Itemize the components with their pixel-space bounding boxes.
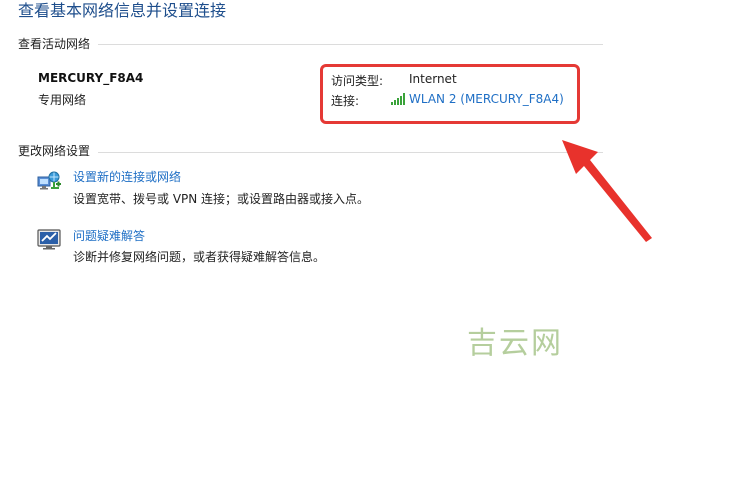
watermark: 吉云网	[467, 326, 563, 361]
connection-link[interactable]: WLAN 2 (MERCURY_F8A4)	[409, 92, 564, 106]
active-networks-header: 查看活动网络	[18, 37, 91, 51]
network-category: 专用网络	[38, 93, 87, 107]
page-title: 查看基本网络信息并设置连接	[18, 1, 227, 20]
section-divider	[98, 44, 603, 45]
annotation-arrow	[562, 140, 652, 242]
troubleshoot-link[interactable]: 问题疑难解答	[73, 227, 145, 244]
network-name: MERCURY_F8A4	[38, 71, 144, 85]
section-divider	[98, 152, 603, 153]
change-settings-header: 更改网络设置	[18, 144, 91, 158]
access-type-value: Internet	[409, 72, 457, 86]
setup-new-connection-description: 设置宽带、拨号或 VPN 连接；或设置路由器或接入点。	[73, 192, 370, 206]
troubleshoot-icon	[37, 229, 61, 250]
access-type-label: 访问类型:	[331, 74, 384, 88]
setup-new-connection-link[interactable]: 设置新的连接或网络	[73, 168, 181, 185]
troubleshoot-description: 诊断并修复网络问题，或者获得疑难解答信息。	[73, 250, 326, 264]
connection-label: 连接:	[331, 94, 360, 108]
new-connection-icon	[37, 171, 61, 190]
wifi-signal-icon	[391, 93, 405, 105]
